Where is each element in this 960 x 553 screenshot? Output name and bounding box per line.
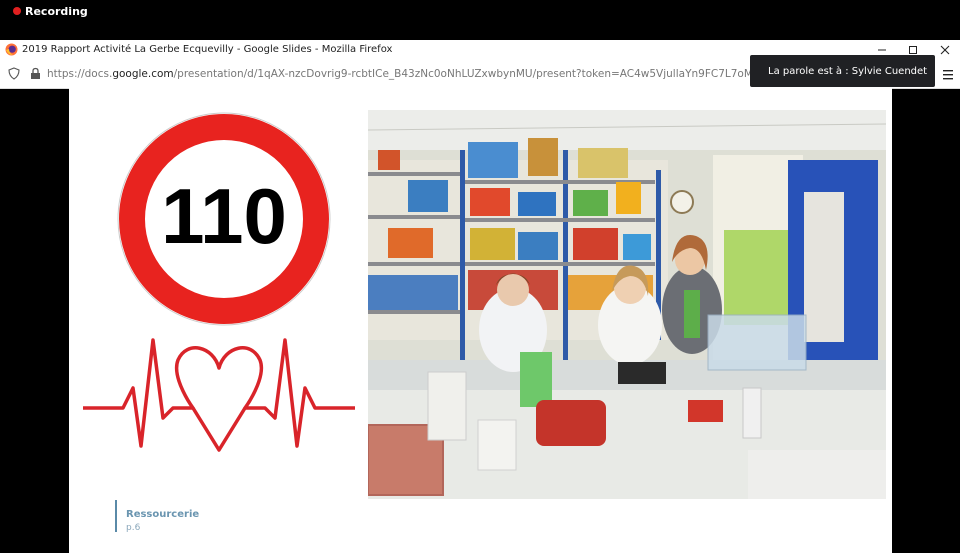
hamburger-menu-icon[interactable]	[941, 68, 955, 80]
speed-limit-value: 110	[161, 172, 287, 260]
lock-icon[interactable]	[30, 67, 41, 80]
presentation-slide: 110 Ressourcerie p.6	[69, 88, 892, 553]
close-icon[interactable]	[937, 42, 953, 58]
url-field[interactable]: https://docs.google.com/presentation/d/1…	[47, 68, 752, 80]
photo-illustration	[368, 110, 886, 499]
recording-bar: Recording	[0, 0, 960, 40]
url-domain: google.com	[112, 68, 174, 80]
recording-label: Recording	[25, 5, 88, 18]
heartbeat-heart-icon	[83, 338, 355, 452]
url-path: /presentation/d/1qAX-nzcDovrig9-rcbtICe_…	[173, 68, 752, 80]
recording-dot-icon	[13, 7, 21, 15]
slide-page-number: p.6	[126, 523, 141, 533]
window-title: 2019 Rapport Activité La Gerbe Ecquevill…	[22, 44, 393, 55]
ressourcerie-photo	[368, 110, 886, 499]
url-prefix: https://docs.	[47, 68, 113, 80]
caption-divider	[115, 500, 117, 532]
shield-icon[interactable]	[8, 67, 20, 80]
speed-limit-sign: 110	[117, 112, 331, 326]
speaker-tooltip: La parole est à : Sylvie Cuendet	[750, 55, 935, 87]
slide-caption-title: Ressourcerie	[126, 509, 200, 520]
firefox-icon	[5, 43, 18, 56]
speaker-tooltip-text: La parole est à : Sylvie Cuendet	[768, 66, 928, 77]
